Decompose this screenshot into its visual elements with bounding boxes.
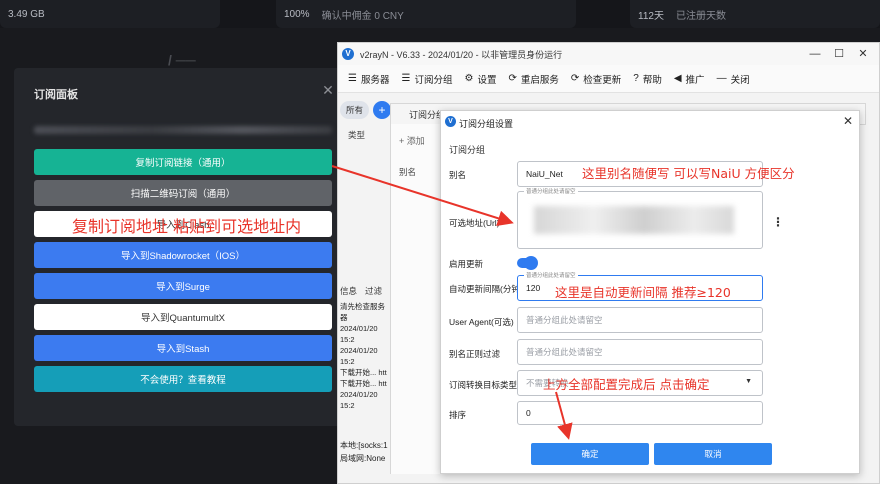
arrow-copy-to-url [331,165,514,227]
arrow-confirm-to-ok [555,391,573,440]
annotation-arrows [331,165,573,440]
